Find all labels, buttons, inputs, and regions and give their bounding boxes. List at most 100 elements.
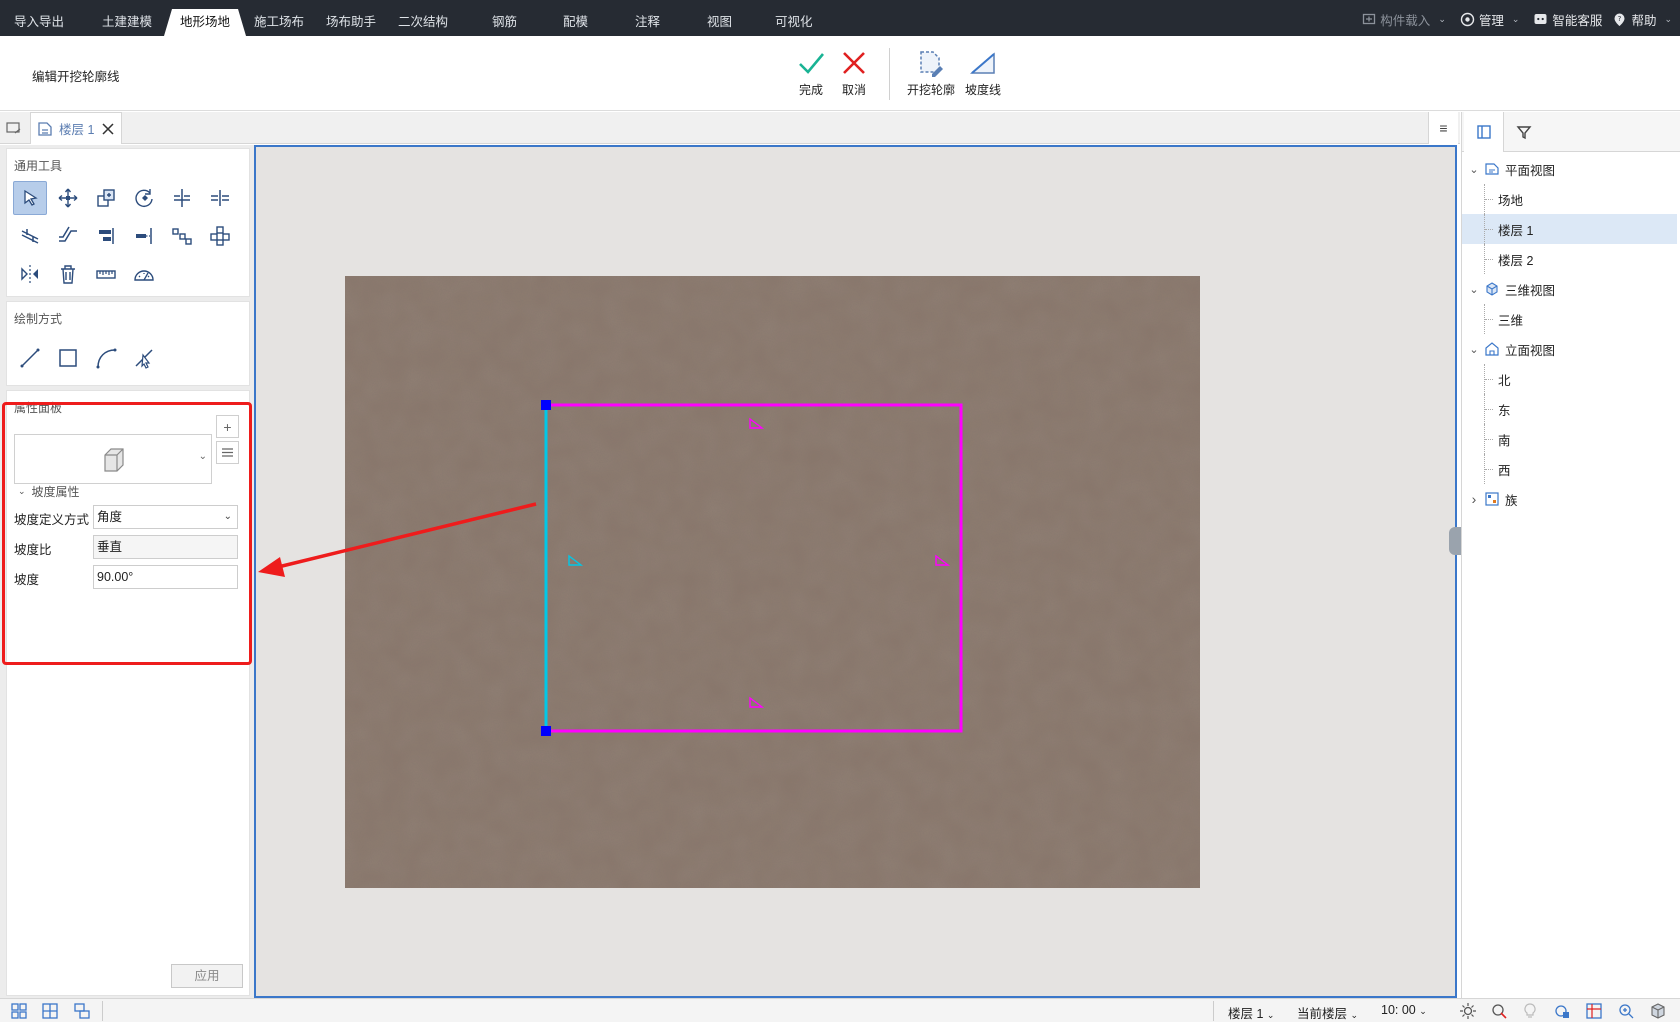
cancel-button[interactable]: 取消: [830, 48, 878, 98]
tile-view-icon[interactable]: [10, 1002, 28, 1020]
tree-item[interactable]: 楼层 2: [1462, 244, 1677, 274]
tree-label: 楼层 2: [1498, 253, 1534, 268]
tab-annotation[interactable]: 注释: [625, 9, 670, 36]
document-tab-floor1[interactable]: 楼层 1: [30, 112, 122, 144]
component-load-button[interactable]: 构件载入 ⌄: [1362, 10, 1446, 29]
tree-item[interactable]: 西: [1462, 454, 1677, 484]
help-button[interactable]: ? 帮助 ⌄: [1612, 10, 1672, 29]
floor-dropdown[interactable]: 楼层 1 ⌄: [1228, 1003, 1274, 1022]
draw-line-tool[interactable]: [13, 341, 47, 375]
tree-group[interactable]: ⌄ 立面视图: [1462, 334, 1677, 364]
tree-item[interactable]: 南: [1462, 424, 1677, 454]
delete-tool[interactable]: [51, 257, 85, 291]
tree-label: 东: [1498, 403, 1511, 418]
align-tool[interactable]: [89, 219, 123, 253]
draw-rectangle-tool[interactable]: [51, 341, 85, 375]
floorplan-icon: [38, 121, 52, 136]
status-bar: 楼层 1 ⌄ 当前楼层 ⌄ 10: 00 ⌄: [0, 998, 1680, 1022]
tab-view[interactable]: 视图: [697, 9, 742, 36]
tab-rebar[interactable]: 钢筋: [482, 9, 527, 36]
collapse-panel-handle[interactable]: [1449, 527, 1461, 555]
scale-dropdown[interactable]: 10: 00 ⌄: [1381, 1003, 1427, 1017]
tree-item[interactable]: 场地: [1462, 184, 1677, 214]
render-mode-icon[interactable]: [1553, 1002, 1571, 1020]
tab-filter[interactable]: [1504, 112, 1544, 152]
group-tool[interactable]: [203, 219, 237, 253]
tab-secondary-structure[interactable]: 二次结构: [388, 9, 458, 36]
close-icon[interactable]: [101, 122, 115, 136]
3d-cube-icon[interactable]: [1649, 1002, 1667, 1020]
chevron-down-icon[interactable]: ⌄: [1464, 283, 1484, 296]
tree-group[interactable]: › 族: [1462, 484, 1677, 514]
angle-measure-tool[interactable]: [127, 257, 161, 291]
tree-group[interactable]: ⌄ 平面视图: [1462, 154, 1677, 184]
rotate-tool[interactable]: [127, 181, 161, 215]
tree-item[interactable]: 楼层 1: [1462, 214, 1677, 244]
tree-label: 西: [1498, 463, 1511, 478]
finish-button[interactable]: 完成: [787, 48, 835, 98]
edge-handle-bottom: [541, 726, 551, 736]
stretch-icon: [59, 226, 77, 242]
service-button[interactable]: 智能客服: [1533, 10, 1602, 29]
tree-item[interactable]: 北: [1462, 364, 1677, 394]
tab-terrain-site[interactable]: 地形场地: [164, 9, 246, 36]
status-divider: [1213, 1001, 1214, 1021]
excavation-outline-button[interactable]: 开挖轮廓: [907, 48, 955, 98]
cascade-view-icon[interactable]: [73, 1002, 91, 1020]
copy-tool[interactable]: [89, 181, 123, 215]
sun-settings-icon[interactable]: [1459, 1002, 1477, 1020]
draw-arc-tool[interactable]: [89, 341, 123, 375]
pick-line-tool[interactable]: [127, 341, 161, 375]
measure-tool[interactable]: [89, 257, 123, 291]
tree-label: 楼层 1: [1498, 223, 1534, 238]
tree-label: 三维视图: [1505, 283, 1556, 298]
slope-line-button[interactable]: 坡度线: [959, 48, 1007, 98]
zoom-fit-icon[interactable]: [1617, 1002, 1635, 1020]
hamburger-menu-icon[interactable]: ≡: [1428, 112, 1458, 144]
split-view-icon[interactable]: [41, 1002, 59, 1020]
drawing-viewport[interactable]: [254, 145, 1461, 998]
split-tool[interactable]: [203, 181, 237, 215]
tab-civil-modeling[interactable]: 土建建模: [92, 9, 162, 36]
gear-icon: [1460, 12, 1475, 26]
tree-label: 北: [1498, 373, 1511, 388]
tab-formwork[interactable]: 配模: [553, 9, 598, 36]
tab-visualization[interactable]: 可视化: [765, 9, 823, 36]
excavation-outline-icon: [920, 51, 943, 77]
array-tool[interactable]: [165, 219, 199, 253]
tab-construction-layout[interactable]: 施工场布: [244, 9, 314, 36]
offset-tool[interactable]: [13, 219, 47, 253]
select-tool[interactable]: [13, 181, 47, 215]
move-tool[interactable]: [51, 181, 85, 215]
canvas[interactable]: [256, 147, 1455, 996]
isolate-icon[interactable]: [1490, 1002, 1508, 1020]
manage-button[interactable]: 管理 ⌄: [1460, 10, 1519, 29]
mirror-icon: [21, 265, 38, 283]
trim-tool[interactable]: [165, 181, 199, 215]
chevron-down-icon[interactable]: ⌄: [1464, 343, 1484, 356]
excavation-outline-label: 开挖轮廓: [907, 83, 956, 97]
arc-icon: [96, 348, 117, 369]
chevron-down-icon: ⌄: [1664, 13, 1672, 24]
section-box-icon[interactable]: [1585, 1002, 1603, 1020]
chevron-down-icon[interactable]: ⌄: [1464, 163, 1484, 176]
tab-project-tree[interactable]: [1464, 112, 1504, 152]
help-label: 帮助: [1631, 13, 1657, 28]
chevron-down-icon: ⌄: [1266, 1010, 1275, 1020]
tree-item[interactable]: 三维: [1462, 304, 1677, 334]
mirror-tool[interactable]: [13, 257, 47, 291]
component-load-label: 构件载入: [1380, 13, 1431, 28]
tree-item[interactable]: 东: [1462, 394, 1677, 424]
tab-import-export[interactable]: 导入导出: [4, 9, 74, 36]
slope-line-icon: [969, 52, 995, 74]
current-floor-dropdown[interactable]: 当前楼层 ⌄: [1297, 1003, 1358, 1022]
terrain-surface[interactable]: [345, 276, 1200, 888]
lightbulb-icon[interactable]: [1521, 1002, 1539, 1020]
stretch-tool[interactable]: [51, 219, 85, 253]
tree-group[interactable]: ⌄ 三维视图: [1462, 274, 1677, 304]
extend-tool[interactable]: [127, 219, 161, 253]
tab-layout-assistant[interactable]: 场布助手: [316, 9, 386, 36]
chevron-right-icon[interactable]: ›: [1464, 491, 1484, 507]
tab-list-icon[interactable]: [6, 121, 22, 135]
apply-button[interactable]: 应用: [171, 964, 243, 988]
